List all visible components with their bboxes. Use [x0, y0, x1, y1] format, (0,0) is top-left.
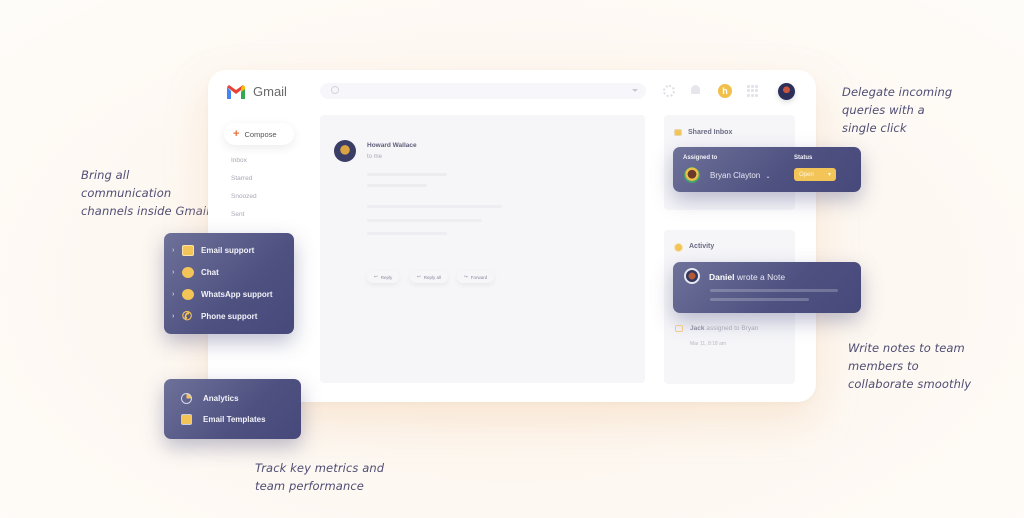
email-placeholder-line: [367, 184, 427, 187]
search-input[interactable]: [320, 83, 646, 99]
reply-button[interactable]: ↩ Reply: [367, 271, 400, 283]
gear-icon[interactable]: [663, 85, 675, 97]
status-label: Status: [794, 155, 813, 161]
reply-all-button[interactable]: ↩ Reply all: [410, 271, 449, 283]
annotation-notes: Write notes to team members to collabora…: [848, 341, 972, 391]
shared-inbox-title: Shared Inbox: [688, 129, 733, 136]
tool-item-analytics[interactable]: Analytics: [181, 393, 239, 404]
plus-icon: +: [233, 128, 240, 140]
activity-title: Activity: [689, 243, 715, 250]
tool-item-email-templates[interactable]: Email Templates: [181, 414, 266, 425]
channel-item-email[interactable]: › Email support: [172, 245, 254, 256]
tools-card: [164, 379, 301, 439]
bell-icon[interactable]: [690, 85, 702, 97]
compose-button[interactable]: + Compose: [224, 123, 294, 145]
annotation-delegate: Delegate incoming queries with a single …: [842, 85, 953, 135]
assignee-avatar: [684, 167, 700, 183]
status-dropdown[interactable]: Open ▾: [794, 168, 836, 181]
user-avatar[interactable]: [778, 83, 795, 100]
sender-name: Howard Wallace: [367, 142, 417, 149]
reply-all-icon: ↩: [417, 274, 421, 279]
search-options-caret-icon[interactable]: [632, 89, 638, 92]
apps-grid-icon[interactable]: [747, 85, 759, 97]
reply-icon: ↩: [374, 274, 378, 279]
note-placeholder-line: [710, 289, 838, 292]
assign-log-icon: [675, 325, 683, 332]
activity-log-time: Mar 11, 8:18 am: [690, 341, 727, 347]
nav-item-inbox[interactable]: Inbox: [231, 157, 247, 164]
chat-icon: [182, 267, 194, 278]
whatsapp-icon: [182, 289, 194, 300]
nav-item-snoozed[interactable]: Snoozed: [231, 193, 257, 200]
annotation-metrics: Track key metrics and team performance: [255, 461, 385, 493]
email-placeholder-line: [367, 232, 447, 235]
note-card[interactable]: [673, 262, 861, 313]
chevron-right-icon: ›: [172, 269, 175, 276]
email-placeholder-line: [367, 219, 482, 222]
forward-button[interactable]: ↪ Forward: [457, 271, 495, 283]
chevron-down-icon: ▾: [827, 172, 831, 178]
note-author-avatar: [684, 268, 700, 284]
nav-item-sent[interactable]: Sent: [231, 211, 244, 218]
annotation-channels: Bring all communication channels inside …: [81, 168, 210, 218]
note-title: Daniel wrote a Note: [709, 272, 786, 282]
channel-item-whatsapp[interactable]: › WhatsApp support: [172, 289, 273, 300]
chevron-right-icon: ›: [172, 247, 175, 254]
nav-item-starred[interactable]: Starred: [231, 175, 252, 182]
email-placeholder-line: [367, 205, 502, 208]
gmail-brand: Gmail: [253, 84, 287, 99]
analytics-icon: [181, 393, 192, 404]
shared-inbox-icon: [674, 129, 682, 136]
phone-icon: ✆: [182, 309, 193, 323]
assigned-to-label: Assigned to: [683, 155, 718, 161]
channel-item-chat[interactable]: › Chat: [172, 267, 219, 278]
sender-avatar: [334, 140, 356, 162]
hiver-icon[interactable]: h: [718, 84, 732, 98]
chevron-down-icon: ⌄: [765, 174, 771, 180]
chevron-right-icon: ›: [172, 291, 175, 298]
note-placeholder-line: [710, 298, 809, 301]
inbox-icon: [182, 245, 194, 256]
recipient-label: to me: [367, 154, 383, 160]
gmail-logo-icon: [227, 85, 245, 99]
activity-icon: [674, 243, 683, 252]
forward-icon: ↪: [464, 274, 468, 279]
search-icon: [331, 86, 339, 94]
assignee-dropdown[interactable]: Bryan Clayton ⌄: [710, 171, 771, 180]
email-placeholder-line: [367, 173, 447, 176]
channel-item-phone[interactable]: › ✆ Phone support: [172, 309, 257, 323]
chevron-right-icon: ›: [172, 313, 175, 320]
email-templates-icon: [181, 414, 192, 425]
activity-log-entry: Jack assigned to Bryan: [690, 325, 759, 332]
